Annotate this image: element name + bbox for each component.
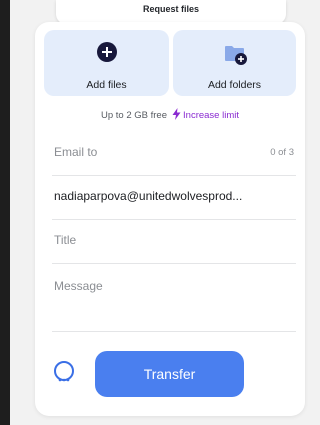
increase-limit-link[interactable]: Increase limit (183, 110, 239, 121)
message-field[interactable]: Message (52, 263, 296, 332)
plus-icon (96, 42, 117, 62)
transfer-button[interactable]: Transfer (95, 351, 244, 397)
size-limit-text: Up to 2 GB free (101, 110, 168, 121)
lightning-bolt-icon (172, 108, 181, 123)
size-limit-row: Up to 2 GB free Increase limit (35, 108, 305, 123)
title-field[interactable]: Title (52, 219, 296, 264)
email-to-field[interactable]: Email to 0 of 3 (52, 131, 296, 176)
title-placeholder: Title (54, 233, 77, 247)
ellipsis-circle-icon (58, 369, 70, 382)
recipient-email: nadiaparpova@unitedwolvesprod... (54, 189, 243, 203)
message-placeholder: Message (54, 279, 103, 293)
add-folders-button[interactable]: Add folders (173, 30, 296, 96)
request-files-tab[interactable]: Request files (56, 0, 286, 24)
add-files-label: Add files (86, 79, 127, 91)
recipient-count: 0 of 3 (270, 147, 294, 158)
recipient-email-chip[interactable]: nadiaparpova@unitedwolvesprod... (52, 175, 296, 220)
folder-plus-icon (222, 40, 248, 66)
add-folders-label: Add folders (207, 79, 262, 91)
more-options-button[interactable] (54, 361, 74, 382)
email-to-placeholder: Email to (54, 145, 98, 159)
add-files-button[interactable]: Add files (44, 30, 169, 96)
transfer-panel: Add files Add folders Up to 2 GB free Inc… (35, 22, 305, 416)
request-files-label: Request files (142, 4, 200, 14)
